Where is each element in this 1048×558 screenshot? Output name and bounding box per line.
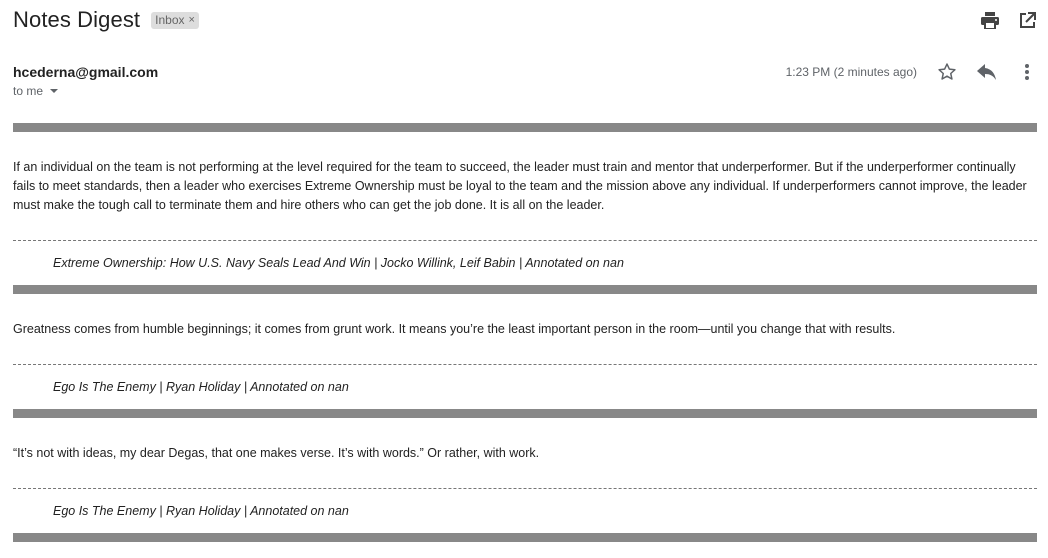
reply-icon[interactable] [977, 62, 997, 82]
divider-bar [13, 285, 1037, 294]
label-chip-text: Inbox [155, 13, 185, 27]
note-text: If an individual on the team is not perf… [13, 160, 1027, 212]
recipient-label: to me [13, 84, 44, 98]
note-source: Ego Is The Enemy | Ryan Holiday | Annota… [53, 504, 349, 518]
message-timestamp: 1:23 PM (2 minutes ago) [785, 65, 917, 79]
email-subject: Notes Digest [13, 7, 141, 32]
inbox-label-chip[interactable]: Inbox × [151, 12, 199, 29]
dashed-divider [13, 364, 1037, 365]
header-actions [980, 10, 1037, 30]
divider-bar [13, 409, 1037, 418]
star-icon[interactable] [937, 62, 957, 82]
note-block: “It’s not with ideas, my dear Degas, tha… [13, 444, 1037, 518]
note-block: Greatness comes from humble beginnings; … [13, 320, 1037, 394]
note-source: Extreme Ownership: How U.S. Navy Seals L… [53, 256, 624, 270]
print-icon[interactable] [980, 10, 1000, 30]
divider-bar [13, 123, 1037, 132]
note-text: Greatness comes from humble beginnings; … [13, 322, 896, 336]
dashed-divider [13, 240, 1037, 241]
dashed-divider [13, 488, 1037, 489]
sender-address: hcederna@gmail.com [13, 64, 159, 80]
note-block: If an individual on the team is not perf… [13, 158, 1037, 270]
email-body: If an individual on the team is not perf… [13, 123, 1037, 542]
email-view: Notes Digest Inbox × hcederna@gmail.com … [0, 0, 1048, 558]
divider-bar [13, 533, 1037, 542]
open-in-new-window-icon[interactable] [1017, 10, 1037, 30]
note-text: “It’s not with ideas, my dear Degas, tha… [13, 446, 540, 460]
note-source: Ego Is The Enemy | Ryan Holiday | Annota… [53, 380, 349, 394]
subject-row: Notes Digest Inbox × [13, 7, 199, 33]
message-meta: 1:23 PM (2 minutes ago) [786, 62, 1037, 82]
recipient-dropdown[interactable]: to me [13, 84, 59, 98]
more-vert-icon[interactable] [1017, 62, 1037, 82]
remove-label-icon[interactable]: × [189, 12, 195, 29]
chevron-down-icon[interactable] [50, 89, 59, 93]
